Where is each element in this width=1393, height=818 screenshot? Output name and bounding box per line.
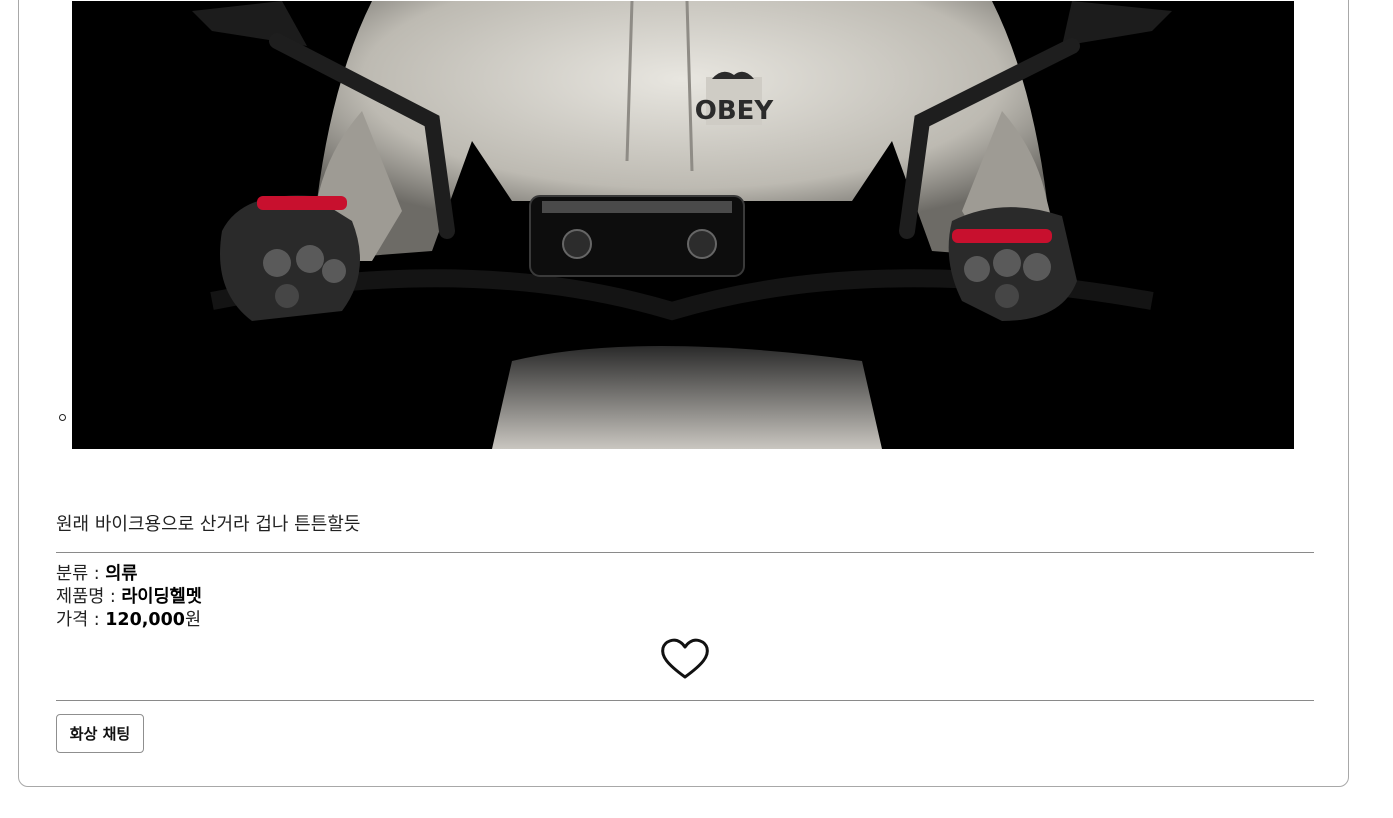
product-card: OBEY 원래 바이크용으로 산거라 겁나 튼튼할듯 분류: 의류 제품명:…	[18, 0, 1349, 787]
category-label: 분류 :	[56, 564, 106, 584]
product-name-label: 제품명 :	[56, 587, 122, 607]
product-name-value: 라이딩헬멧	[121, 587, 202, 607]
price-value: 120,000	[105, 610, 185, 630]
divider	[56, 552, 1314, 553]
video-chat-button[interactable]: 화상 채팅	[56, 714, 144, 753]
product-name-row: 제품명 : 라이딩헬멧	[56, 586, 202, 609]
price-unit: 원	[184, 610, 202, 630]
heart-outline-icon[interactable]	[659, 637, 711, 681]
category-value: 의류	[105, 564, 138, 584]
divider	[56, 700, 1314, 701]
category-row: 분류 : 의류	[56, 563, 137, 586]
post-description: 원래 바이크용으로 산거라 겁나 튼튼할듯	[56, 514, 361, 535]
price-label: 가격 :	[56, 610, 106, 630]
svg-text:OBEY: OBEY	[695, 96, 775, 126]
price-row: 가격 : 120,000원	[56, 609, 201, 632]
list-bullet	[59, 414, 66, 421]
product-photo: OBEY	[72, 1, 1294, 449]
